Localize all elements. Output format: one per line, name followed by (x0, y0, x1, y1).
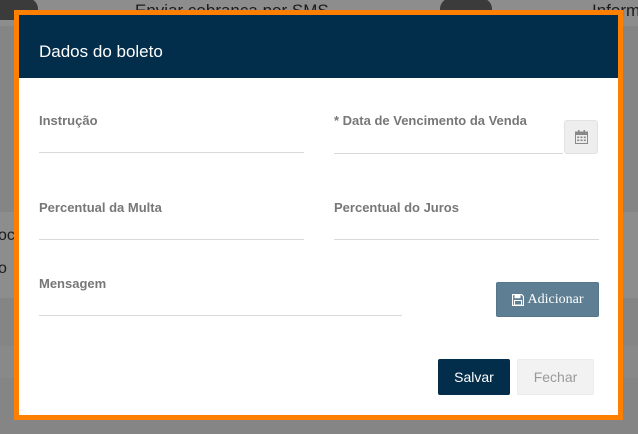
vencimento-label: * Data de Vencimento da Venda (334, 113, 527, 128)
vencimento-input[interactable] (334, 153, 563, 154)
juros-label: Percentual do Juros (334, 200, 459, 215)
multa-input[interactable] (39, 239, 304, 240)
modal-title: Dados do boleto (39, 42, 163, 61)
calendar-button[interactable] (564, 120, 598, 154)
multa-label: Percentual da Multa (39, 200, 162, 215)
save-disk-icon (511, 293, 524, 306)
boleto-modal: Dados do boleto Instrução * Data de Venc… (14, 10, 623, 420)
add-button-label: Adicionar (527, 291, 584, 307)
modal-header: Dados do boleto (19, 15, 618, 78)
add-button[interactable]: Adicionar (496, 282, 599, 317)
close-button-label: Fechar (533, 369, 578, 385)
save-button-label: Salvar (454, 369, 494, 385)
mensagem-input[interactable] (39, 315, 402, 316)
calendar-icon (574, 130, 588, 144)
juros-input[interactable] (334, 239, 599, 240)
instrucao-label: Instrução (39, 113, 98, 128)
mensagem-label: Mensagem (39, 276, 107, 291)
instrucao-input[interactable] (39, 152, 304, 153)
save-button[interactable]: Salvar (438, 359, 510, 395)
close-button[interactable]: Fechar (517, 359, 594, 395)
